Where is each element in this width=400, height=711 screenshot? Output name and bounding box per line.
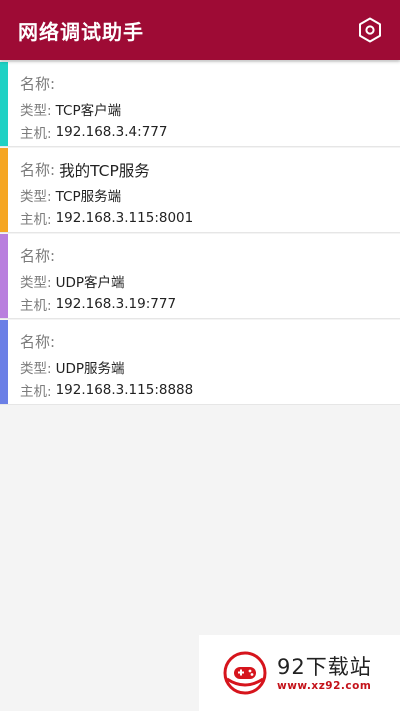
connection-host: 192.168.3.19:777: [55, 295, 177, 312]
type-color-bar: [0, 148, 8, 232]
name-label: 名称:: [20, 75, 56, 93]
name-label: 名称:: [20, 247, 56, 265]
connection-host: 192.168.3.115:8001: [55, 209, 194, 226]
connection-type: TCP客户端: [55, 102, 122, 119]
connection-type: UDP客户端: [55, 274, 125, 291]
type-color-bar: [0, 320, 8, 404]
connection-host: 192.168.3.115:8888: [55, 381, 194, 398]
hexagon-settings-icon: [359, 17, 381, 43]
type-label: 类型:: [20, 188, 52, 205]
host-label: 主机:: [20, 211, 52, 228]
type-label: 类型:: [20, 102, 52, 119]
connection-item[interactable]: 名称: 我的TCP服务 类型: TCP服务端 主机: 192.168.3.115:80…: [0, 148, 400, 233]
watermark-url: www.xz92.com: [277, 680, 372, 692]
type-label: 类型:: [20, 274, 52, 291]
type-label: 类型:: [20, 360, 52, 377]
gamepad-logo-icon: [223, 651, 267, 695]
app-title: 网络调试助手: [18, 19, 144, 44]
connection-name: 我的TCP服务: [59, 161, 150, 180]
watermark-brand: 92下载站: [277, 655, 372, 679]
host-label: 主机:: [20, 297, 52, 314]
type-color-bar: [0, 62, 8, 146]
type-color-bar: [0, 234, 8, 318]
connection-type: UDP服务端: [55, 360, 125, 377]
connection-item[interactable]: 名称: 类型: TCP客户端 主机: 192.168.3.4:777: [0, 62, 400, 147]
connection-type: TCP服务端: [55, 188, 122, 205]
name-label: 名称:: [20, 161, 56, 179]
connection-item[interactable]: 名称: 类型: UDP客户端 主机: 192.168.3.19:777: [0, 234, 400, 319]
connection-item[interactable]: 名称: 类型: UDP服务端 主机: 192.168.3.115:8888: [0, 320, 400, 405]
site-watermark: 92下载站 www.xz92.com: [199, 635, 400, 711]
settings-button[interactable]: [356, 16, 384, 44]
name-label: 名称:: [20, 333, 56, 351]
connection-list: 名称: 类型: TCP客户端 主机: 192.168.3.4:777 名称: 我的TC…: [0, 62, 400, 406]
connection-host: 192.168.3.4:777: [55, 123, 168, 140]
host-label: 主机:: [20, 383, 52, 400]
app-bar: 网络调试助手: [0, 0, 400, 60]
host-label: 主机:: [20, 125, 52, 142]
